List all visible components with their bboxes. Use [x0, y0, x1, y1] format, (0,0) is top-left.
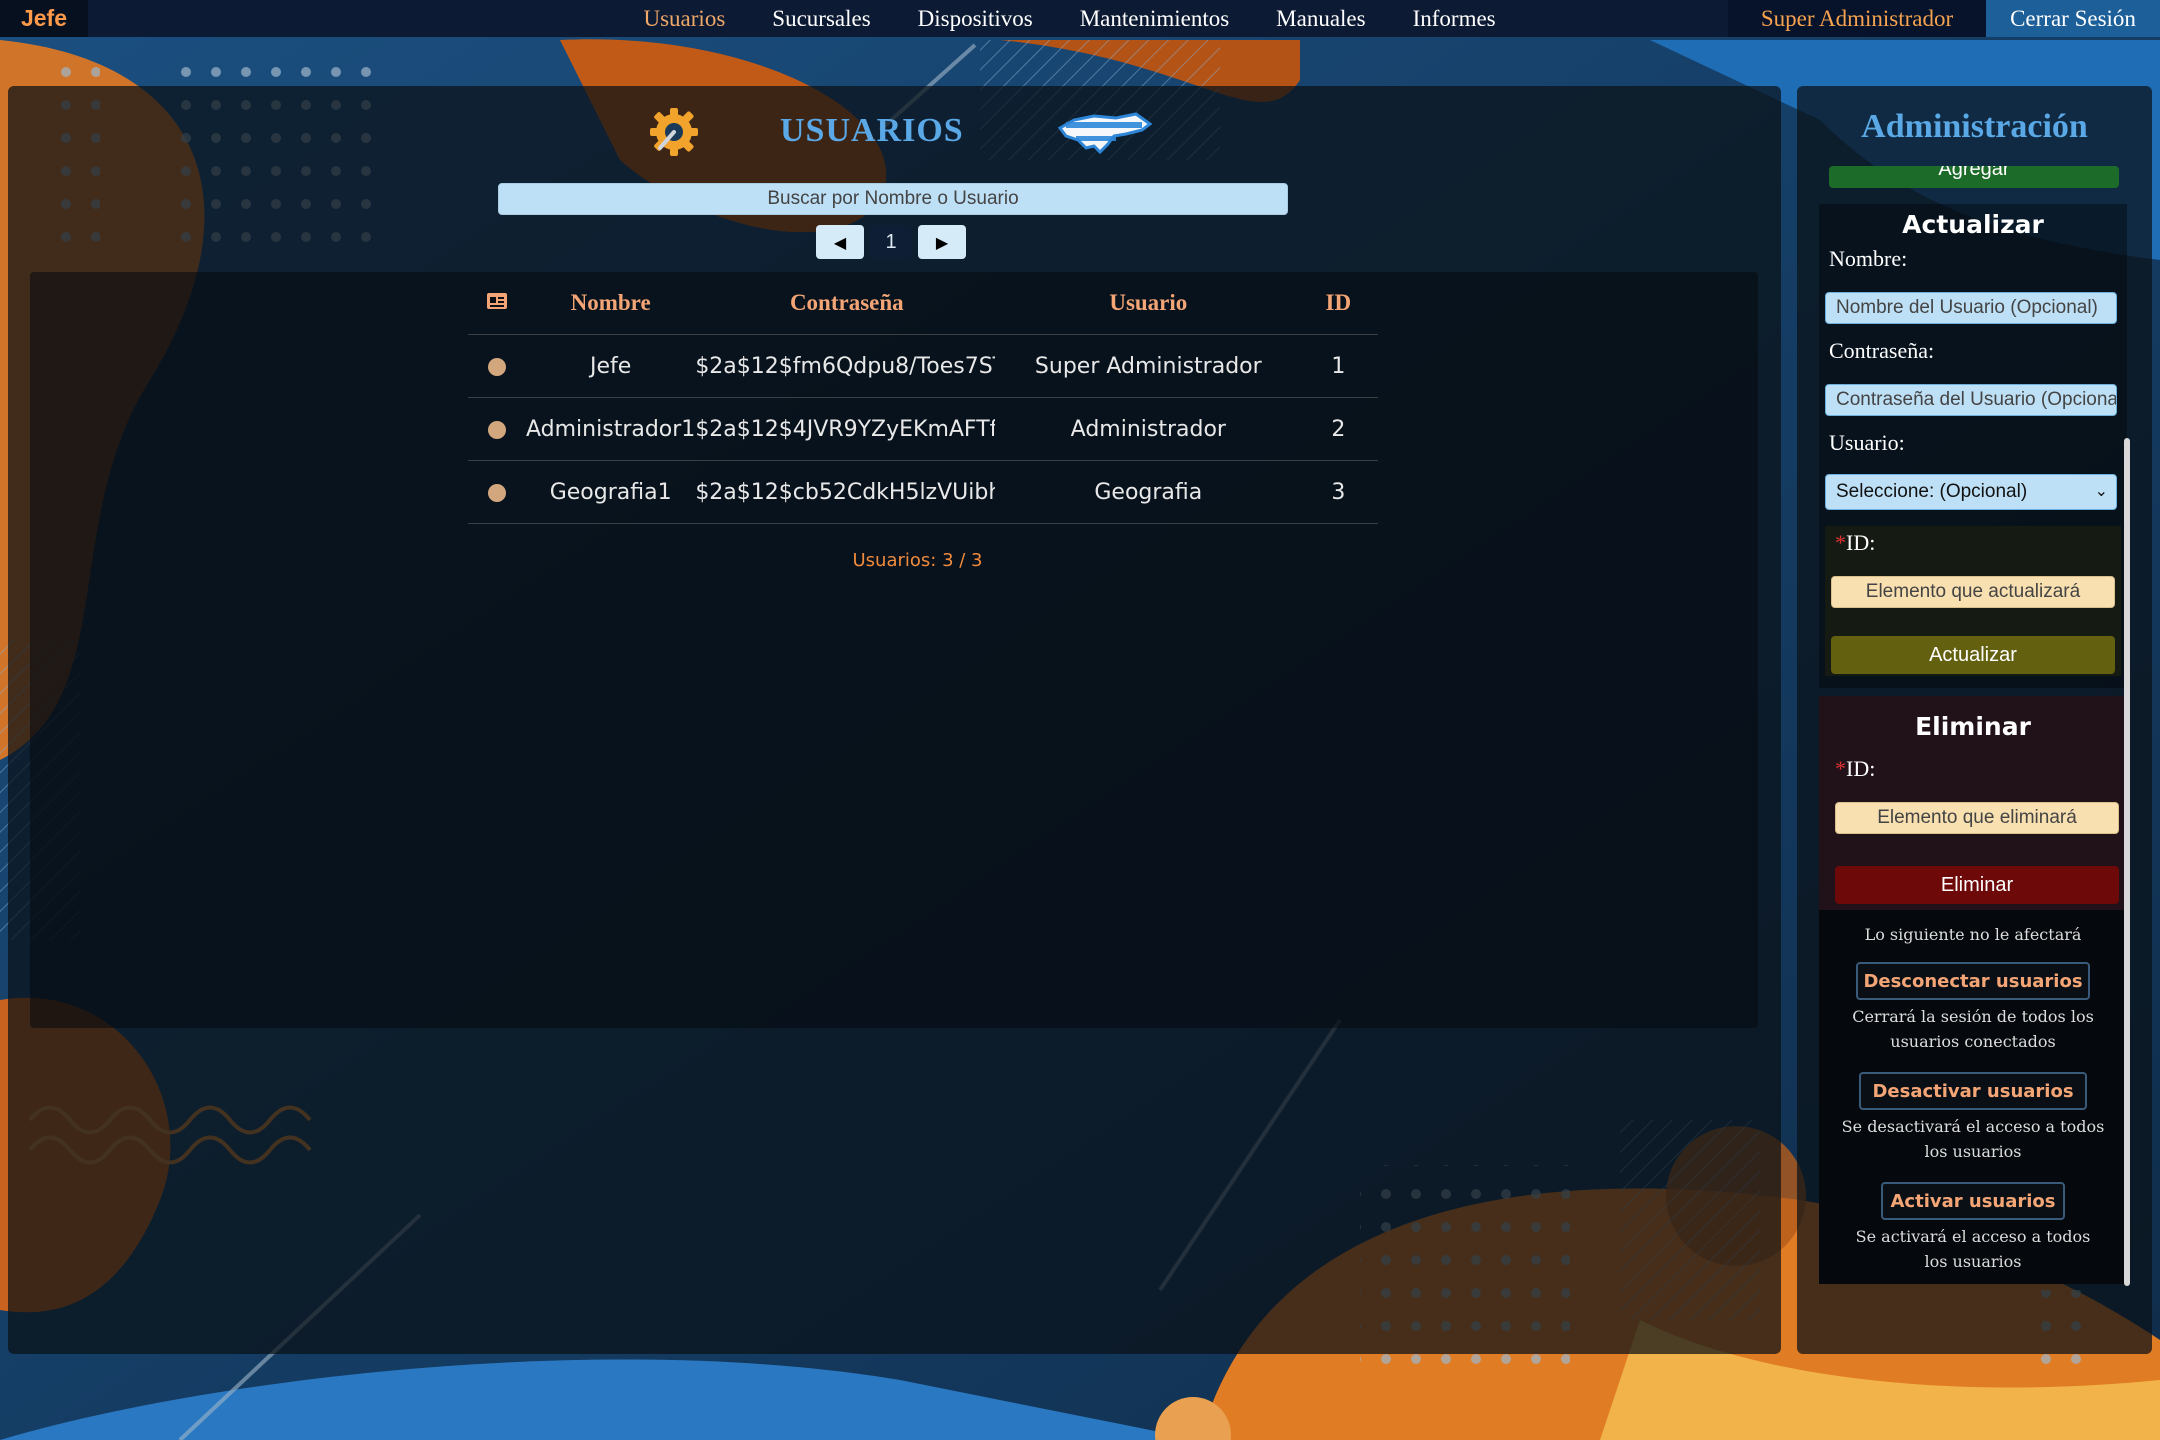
row-status-dot — [468, 460, 526, 524]
chevron-down-icon: ⌄ — [2094, 483, 2108, 500]
password-label: Contraseña: — [1829, 338, 1935, 363]
col-id[interactable]: ID — [1298, 272, 1379, 335]
users-panel: USUARIOS Buscar por Nombre o Usuario ◀ 1… — [8, 86, 1781, 1354]
name-label: Nombre: — [1829, 246, 1908, 271]
delete-button[interactable]: Eliminar — [1835, 866, 2119, 904]
row-status-dot — [468, 334, 526, 398]
update-id-label: *ID: — [1835, 530, 1876, 555]
update-id-box: *ID: Elemento que actualizará Actualizar — [1825, 526, 2121, 676]
search-input[interactable]: Buscar por Nombre o Usuario — [498, 183, 1288, 215]
bulk-actions-section: Lo siguiente no le afectará Desconectar … — [1819, 910, 2127, 1284]
deactivate-desc: Se desactivará el acceso a todos los usu… — [1841, 1117, 2105, 1161]
delete-section: Eliminar *ID: Elemento que eliminará Eli… — [1819, 696, 2127, 910]
logout-button[interactable]: Cerrar Sesión — [1986, 0, 2160, 37]
activate-desc: Se activará el acceso a todos los usuari… — [1855, 1227, 2091, 1271]
agregar-button[interactable]: Agregar — [1829, 166, 2119, 188]
caret-left-icon: ◀ — [833, 232, 847, 252]
table-row[interactable]: Administrador1 $2a$12$4JVR9YZyEKmAFTfZ A… — [468, 397, 1379, 461]
row-status-dot — [468, 397, 526, 461]
nav-manuales[interactable]: Manuales — [1253, 0, 1389, 37]
next-page-button[interactable]: ▶ — [918, 225, 966, 259]
table-row[interactable]: Geografia1 $2a$12$cb52CdkH5lzVUibhI Geog… — [468, 460, 1379, 524]
disconnect-users-button[interactable]: Desconectar usuarios — [1856, 962, 2090, 1000]
activate-users-button[interactable]: Activar usuarios — [1881, 1182, 2065, 1220]
admin-title: Administración — [1861, 108, 2088, 145]
cell-id: 2 — [1298, 397, 1379, 461]
settings-gear-icon — [650, 108, 698, 156]
admin-scroll-area[interactable]: Agregar Actualizar Nombre: Nombre del Us… — [1819, 166, 2135, 1375]
page-title: USUARIOS — [780, 112, 964, 149]
cell-contrasena: $2a$12$cb52CdkH5lzVUibhI — [695, 460, 999, 524]
cell-usuario: Administrador — [998, 397, 1299, 461]
disconnect-desc: Cerrará la sesión de todos los usuarios … — [1852, 1007, 2094, 1051]
table-header-row: Nombre Contraseña Usuario ID — [468, 272, 1379, 335]
admin-panel: Administración Agregar Actualizar Nombre… — [1797, 86, 2152, 1354]
user-select-value: Seleccione: (Opcional) — [1836, 481, 2028, 502]
users-table: Nombre Contraseña Usuario ID Jefe $2a$12… — [468, 272, 1379, 524]
col-contrasena[interactable]: Contraseña — [695, 272, 999, 335]
cell-contrasena: $2a$12$4JVR9YZyEKmAFTfZ — [695, 397, 999, 461]
nav-mantenimientos[interactable]: Mantenimientos — [1056, 0, 1252, 37]
user-select[interactable]: Seleccione: (Opcional) ⌄ — [1825, 474, 2117, 510]
current-page: 1 — [870, 225, 912, 259]
user-label: Usuario: — [1829, 430, 1905, 455]
update-button[interactable]: Actualizar — [1831, 636, 2115, 674]
nav-usuarios[interactable]: Usuarios — [620, 0, 749, 37]
delete-heading: Eliminar — [1915, 712, 2031, 741]
cell-nombre: Administrador1 — [526, 397, 696, 461]
nav-sucursales[interactable]: Sucursales — [749, 0, 894, 37]
password-hash: $2a$12$cb52CdkH5lzVUibhI — [695, 479, 996, 505]
cell-nombre: Geografia1 — [526, 460, 696, 524]
password-hash: $2a$12$4JVR9YZyEKmAFTfZ — [695, 416, 996, 442]
users-count: Usuarios: 3 / 3 — [852, 550, 983, 571]
col-nombre[interactable]: Nombre — [526, 272, 696, 335]
cell-usuario: Super Administrador — [998, 334, 1299, 398]
update-section: Actualizar Nombre: Nombre del Usuario (O… — [1819, 204, 2127, 688]
top-nav-bar: Jefe Usuarios Sucursales Dispositivos Ma… — [0, 0, 2160, 37]
cell-usuario: Geografia — [998, 460, 1299, 524]
cell-id: 3 — [1298, 460, 1379, 524]
pagination: ◀ 1 ▶ — [816, 225, 966, 259]
name-input[interactable]: Nombre del Usuario (Opcional) — [1825, 292, 2117, 324]
password-hash: $2a$12$fm6Qdpu8/Toes7ST — [695, 353, 996, 379]
main-nav: Usuarios Sucursales Dispositivos Manteni… — [620, 0, 1519, 37]
delete-id-label: *ID: — [1835, 756, 1876, 781]
password-input[interactable]: Contraseña del Usuario (Opcional) — [1825, 384, 2117, 416]
id-card-icon — [468, 272, 526, 335]
cell-contrasena: $2a$12$fm6Qdpu8/Toes7ST — [695, 334, 999, 398]
prev-page-button[interactable]: ◀ — [816, 225, 864, 259]
update-heading: Actualizar — [1902, 210, 2044, 239]
nav-dispositivos[interactable]: Dispositivos — [894, 0, 1056, 37]
honduras-map-icon — [1057, 112, 1152, 155]
bulk-note: Lo siguiente no le afectará — [1864, 925, 2082, 944]
nav-informes[interactable]: Informes — [1389, 0, 1519, 37]
col-usuario[interactable]: Usuario — [998, 272, 1299, 335]
user-brand[interactable]: Jefe — [0, 0, 88, 37]
user-role-label: Super Administrador — [1728, 0, 1986, 37]
table-row[interactable]: Jefe $2a$12$fm6Qdpu8/Toes7ST Super Admin… — [468, 334, 1379, 398]
caret-right-icon: ▶ — [935, 232, 949, 252]
cell-id: 1 — [1298, 334, 1379, 398]
deactivate-users-button[interactable]: Desactivar usuarios — [1859, 1072, 2087, 1110]
cell-nombre: Jefe — [526, 334, 696, 398]
users-table-container: Nombre Contraseña Usuario ID Jefe $2a$12… — [30, 272, 1758, 1028]
panel-header: USUARIOS — [8, 86, 1781, 176]
delete-id-input[interactable]: Elemento que eliminará — [1835, 802, 2119, 834]
update-id-input[interactable]: Elemento que actualizará — [1831, 576, 2115, 608]
admin-scrollbar[interactable] — [2124, 438, 2130, 1286]
